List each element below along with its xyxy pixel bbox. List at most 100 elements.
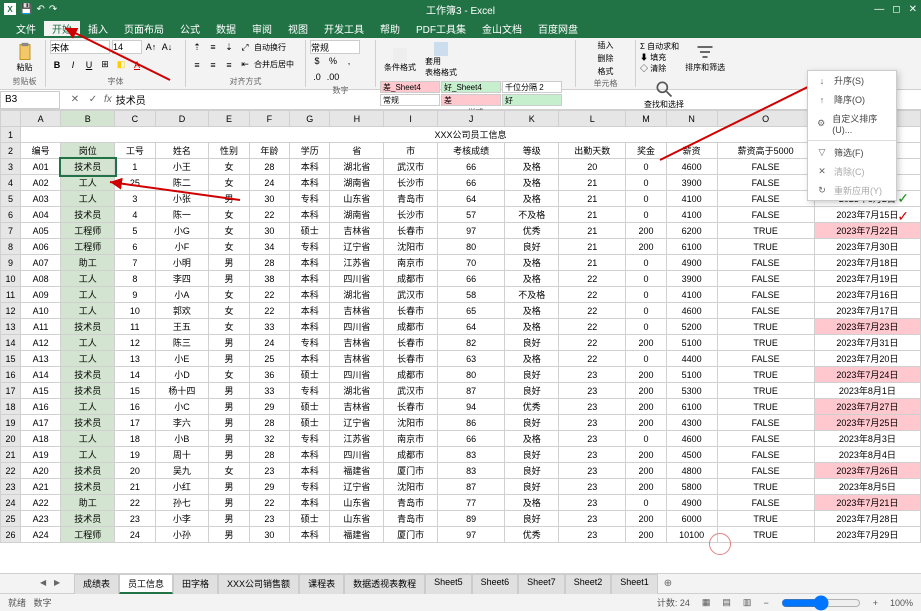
- autosum-button[interactable]: Σ 自动求和: [640, 41, 679, 52]
- data-cell[interactable]: 男: [209, 495, 249, 511]
- data-cell[interactable]: 0: [626, 431, 666, 447]
- data-cell[interactable]: 23: [559, 415, 626, 431]
- data-cell[interactable]: 14: [115, 367, 155, 383]
- data-cell[interactable]: 200: [626, 511, 666, 527]
- data-cell[interactable]: 厦门市: [384, 463, 438, 479]
- select-all-cell[interactable]: [1, 111, 21, 127]
- data-cell[interactable]: 女: [209, 159, 249, 175]
- data-cell[interactable]: 沈阳市: [384, 415, 438, 431]
- data-cell[interactable]: 4: [115, 207, 155, 223]
- data-cell[interactable]: 技术员: [61, 383, 115, 399]
- menu-页面布局[interactable]: 页面布局: [116, 21, 172, 36]
- data-cell[interactable]: 技术员: [61, 479, 115, 495]
- data-cell[interactable]: 23: [559, 495, 626, 511]
- data-cell[interactable]: 不及格: [505, 207, 559, 223]
- col-head-B[interactable]: B: [61, 111, 115, 127]
- data-cell[interactable]: 20: [115, 463, 155, 479]
- sheet-tab-员工信息[interactable]: 员工信息: [119, 574, 173, 594]
- data-cell[interactable]: 男: [209, 511, 249, 527]
- data-cell[interactable]: A02: [21, 175, 61, 191]
- menu-PDF工具集[interactable]: PDF工具集: [408, 21, 474, 36]
- data-cell[interactable]: TRUE: [717, 239, 814, 255]
- data-cell[interactable]: 硕士: [290, 511, 330, 527]
- data-cell[interactable]: 200: [626, 399, 666, 415]
- col-head-N[interactable]: N: [666, 111, 717, 127]
- delete-cells-button[interactable]: 删除: [598, 53, 614, 64]
- sheet-title-cell[interactable]: XXX公司员工信息: [21, 127, 921, 143]
- data-cell[interactable]: 小明: [155, 255, 209, 271]
- data-cell[interactable]: 陈二: [155, 175, 209, 191]
- col-head-O[interactable]: O: [717, 111, 814, 127]
- data-cell[interactable]: 江苏省: [330, 431, 384, 447]
- data-cell[interactable]: 小红: [155, 479, 209, 495]
- data-cell[interactable]: 22: [249, 287, 289, 303]
- data-cell[interactable]: 200: [626, 415, 666, 431]
- data-cell[interactable]: 男: [209, 335, 249, 351]
- data-cell[interactable]: 山东省: [330, 511, 384, 527]
- data-cell[interactable]: 小张: [155, 191, 209, 207]
- data-cell[interactable]: 硕士: [290, 223, 330, 239]
- data-cell[interactable]: 1: [115, 159, 155, 175]
- data-cell[interactable]: 工人: [61, 351, 115, 367]
- zoom-in-icon[interactable]: +: [873, 598, 878, 608]
- menu-数据[interactable]: 数据: [208, 21, 244, 36]
- data-cell[interactable]: 女: [209, 463, 249, 479]
- data-cell[interactable]: 男: [209, 399, 249, 415]
- data-cell[interactable]: 0: [626, 287, 666, 303]
- data-cell[interactable]: A09: [21, 287, 61, 303]
- data-cell[interactable]: 技术员: [61, 415, 115, 431]
- data-cell[interactable]: 专科: [290, 239, 330, 255]
- data-cell[interactable]: TRUE: [717, 383, 814, 399]
- align-top-icon[interactable]: ⇡: [190, 40, 204, 54]
- data-cell[interactable]: 21: [559, 255, 626, 271]
- data-cell[interactable]: 男: [209, 479, 249, 495]
- data-cell[interactable]: 江苏省: [330, 255, 384, 271]
- data-cell[interactable]: A03: [21, 191, 61, 207]
- data-cell[interactable]: 22: [559, 319, 626, 335]
- bold-icon[interactable]: B: [50, 58, 64, 72]
- data-cell[interactable]: 89: [438, 511, 505, 527]
- data-cell[interactable]: 青岛市: [384, 495, 438, 511]
- data-cell[interactable]: 200: [626, 239, 666, 255]
- data-cell[interactable]: 66: [438, 175, 505, 191]
- data-cell[interactable]: 工人: [61, 303, 115, 319]
- data-cell[interactable]: 郭欢: [155, 303, 209, 319]
- data-cell[interactable]: 82: [438, 335, 505, 351]
- data-cell[interactable]: 良好: [505, 383, 559, 399]
- data-cell[interactable]: 女: [209, 239, 249, 255]
- data-cell[interactable]: 2023年7月25日: [814, 415, 920, 431]
- menu-金山文档[interactable]: 金山文档: [474, 21, 530, 36]
- data-cell[interactable]: A16: [21, 399, 61, 415]
- header-cell[interactable]: 出勤天数: [559, 143, 626, 159]
- data-cell[interactable]: 22: [249, 303, 289, 319]
- data-cell[interactable]: 男: [209, 383, 249, 399]
- data-cell[interactable]: 94: [438, 399, 505, 415]
- data-cell[interactable]: 2023年7月22日: [814, 223, 920, 239]
- data-cell[interactable]: 福建省: [330, 527, 384, 543]
- data-cell[interactable]: A06: [21, 239, 61, 255]
- data-cell[interactable]: 4500: [666, 447, 717, 463]
- data-cell[interactable]: 吉林省: [330, 223, 384, 239]
- formula-input[interactable]: [116, 94, 316, 105]
- data-cell[interactable]: 32: [249, 431, 289, 447]
- data-cell[interactable]: 及格: [505, 191, 559, 207]
- menu-开发工具[interactable]: 开发工具: [316, 21, 372, 36]
- data-cell[interactable]: 66: [438, 271, 505, 287]
- data-cell[interactable]: 200: [626, 335, 666, 351]
- data-cell[interactable]: FALSE: [717, 191, 814, 207]
- data-cell[interactable]: 小王: [155, 159, 209, 175]
- data-cell[interactable]: 80: [438, 367, 505, 383]
- data-cell[interactable]: 29: [249, 399, 289, 415]
- align-center-icon[interactable]: ≡: [206, 58, 220, 72]
- data-cell[interactable]: 21: [559, 223, 626, 239]
- row-head-25[interactable]: 25: [1, 511, 21, 527]
- data-cell[interactable]: 0: [626, 319, 666, 335]
- data-cell[interactable]: 12: [115, 335, 155, 351]
- data-cell[interactable]: 200: [626, 223, 666, 239]
- data-cell[interactable]: 小D: [155, 367, 209, 383]
- data-cell[interactable]: 女: [209, 303, 249, 319]
- data-cell[interactable]: A24: [21, 527, 61, 543]
- data-cell[interactable]: TRUE: [717, 479, 814, 495]
- data-cell[interactable]: 8: [115, 271, 155, 287]
- data-cell[interactable]: 技术员: [61, 511, 115, 527]
